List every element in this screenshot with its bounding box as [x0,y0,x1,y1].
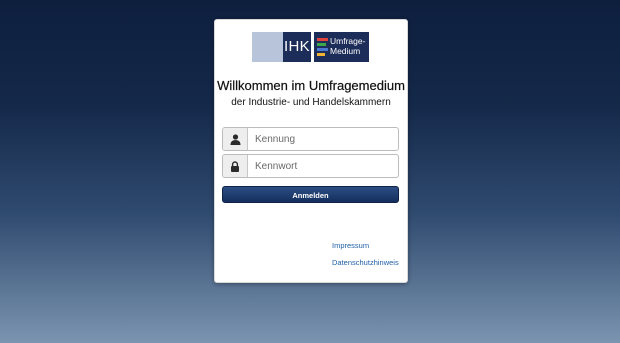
password-field [222,154,399,178]
username-field [222,127,399,151]
logo-bar-green [317,43,326,46]
impressum-link[interactable]: Impressum [332,241,369,250]
ihk-logo-text: IHK [284,38,310,55]
page-title: Willkommen im Umfragemedium [217,78,405,93]
privacy-link[interactable]: Datenschutzhinweis [332,258,399,267]
umfragemedium-logo-bars [317,38,328,58]
umfragemedium-logo-line1: Umfrage- [330,36,366,46]
logo-bar-red [317,38,328,41]
password-input[interactable] [248,155,398,177]
ihk-logo: IHK [252,32,311,62]
ihk-logo-stripe [252,32,283,62]
lock-icon [223,155,248,177]
login-card: IHK Umfrage- Medium Willkommen im Umfrag… [214,19,408,283]
umfragemedium-logo-line2: Medium [330,46,361,56]
page-subtitle: der Industrie- und Handelskammern [231,97,391,108]
logo-bar-yellow [317,53,325,56]
login-button[interactable]: Anmelden [222,186,399,203]
logo-bar-blue [317,48,328,51]
logo-bar: IHK Umfrage- Medium [252,32,369,62]
umfragemedium-logo: Umfrage- Medium [314,32,369,62]
user-icon [223,128,248,150]
username-input[interactable] [248,128,398,150]
